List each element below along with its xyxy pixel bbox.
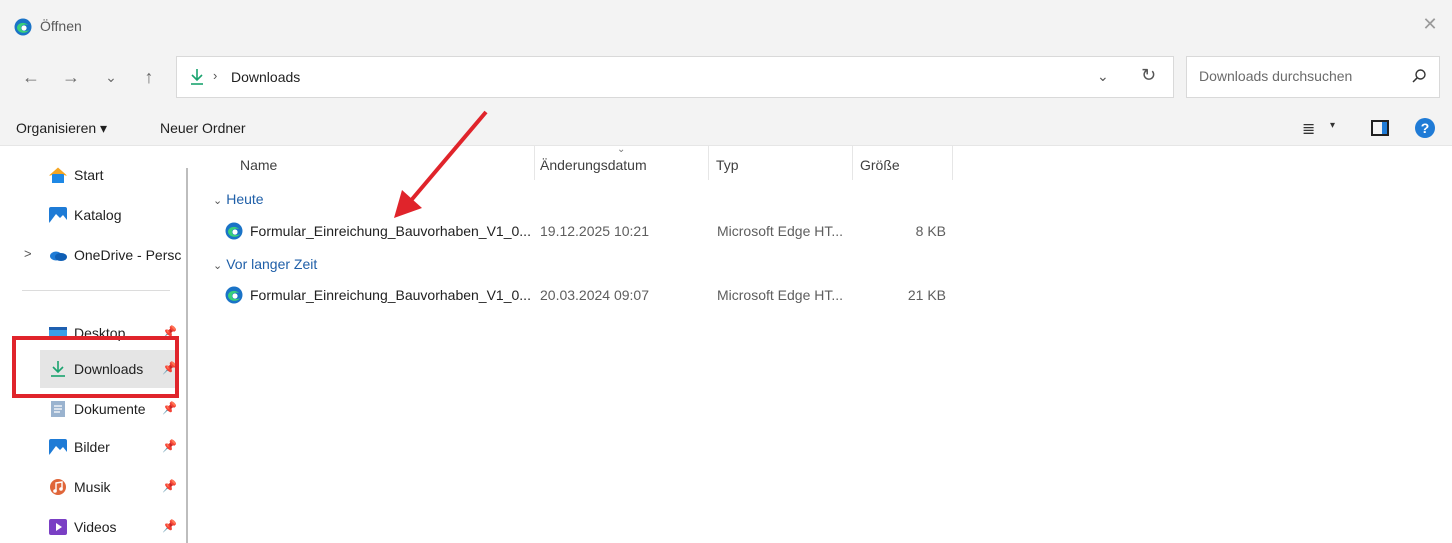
group-label: Heute — [226, 191, 264, 207]
view-options-chevron-icon[interactable]: ▾ — [1330, 120, 1335, 131]
sidebar-item-label: Katalog — [74, 207, 122, 223]
documents-icon — [51, 401, 65, 417]
column-divider[interactable] — [852, 146, 853, 180]
annotation-arrow-icon — [394, 110, 488, 218]
sidebar-item-label: Videos — [74, 519, 117, 535]
sidebar-scrollbar[interactable] — [186, 168, 188, 543]
pin-icon[interactable]: 📌 — [162, 479, 177, 493]
expand-chevron-icon[interactable]: > — [24, 246, 32, 261]
file-date: 20.03.2024 09:07 — [540, 287, 649, 303]
sidebar-item-bilder[interactable]: Bilder 📌 — [48, 434, 184, 462]
group-header-vor-langer-zeit[interactable]: ⌄ Vor langer Zeit — [213, 256, 317, 272]
forward-arrow-icon[interactable]: → — [60, 66, 82, 88]
column-header-type[interactable]: Typ — [716, 157, 739, 173]
pin-icon[interactable]: 📌 — [162, 401, 177, 415]
file-list: Name ⌄ Änderungsdatum Typ Größe ⌄ Heute F… — [200, 144, 1452, 543]
title-bar: Öffnen ✕ — [0, 0, 1452, 46]
navigation-bar: ← → ⌄ ↑ › Downloads ⌄ ↻ — [0, 46, 1452, 110]
edge-html-file-icon — [225, 222, 243, 240]
file-type: Microsoft Edge HT... — [717, 223, 844, 239]
pin-icon[interactable]: 📌 — [162, 439, 177, 453]
sidebar-item-katalog[interactable]: Katalog — [48, 202, 184, 230]
group-header-heute[interactable]: ⌄ Heute — [213, 191, 264, 207]
file-row[interactable]: Formular_Einreichung_Bauvorhaben_V1_0...… — [222, 282, 952, 308]
file-name: Formular_Einreichung_Bauvorhaben_V1_0... — [250, 223, 531, 239]
search-input[interactable] — [1199, 68, 1399, 84]
sidebar-item-label: Musik — [74, 479, 111, 495]
column-header-name[interactable]: Name — [240, 157, 277, 173]
sidebar-divider — [22, 290, 170, 291]
file-date: 19.12.2025 10:21 — [540, 223, 649, 239]
search-box[interactable] — [1186, 56, 1440, 98]
up-arrow-icon[interactable]: ↑ — [138, 66, 160, 88]
window-title: Öffnen — [40, 18, 82, 34]
address-dropdown-icon[interactable]: ⌄ — [1097, 68, 1109, 85]
column-header-size[interactable]: Größe — [860, 157, 900, 173]
music-icon — [50, 479, 66, 495]
sidebar-item-label: OneDrive - Persc — [74, 247, 182, 263]
address-bar[interactable]: › Downloads ⌄ ↻ — [176, 56, 1174, 98]
collapse-chevron-icon: ⌄ — [213, 260, 223, 272]
column-divider[interactable] — [708, 146, 709, 180]
sidebar-item-onedrive[interactable]: OneDrive - Persc — [48, 242, 188, 270]
sidebar-item-label: Bilder — [74, 439, 110, 455]
group-label: Vor langer Zeit — [226, 256, 318, 272]
pin-icon[interactable]: 📌 — [162, 519, 177, 533]
sidebar-item-label: Dokumente — [74, 401, 146, 417]
collapse-chevron-icon: ⌄ — [213, 195, 223, 207]
preview-pane-icon[interactable] — [1371, 120, 1389, 136]
column-divider[interactable] — [534, 146, 535, 180]
command-bar: Organisieren ▾ Neuer Ordner ≣ ▾ ? — [0, 110, 1452, 146]
onedrive-icon — [50, 251, 67, 261]
refresh-icon[interactable]: ↻ — [1141, 65, 1156, 86]
organize-button[interactable]: Organisieren ▾ — [16, 120, 107, 137]
recent-locations-chevron-icon[interactable]: ⌄ — [100, 66, 122, 88]
breadcrumb-downloads[interactable]: Downloads — [231, 69, 300, 85]
sidebar-item-musik[interactable]: Musik 📌 — [48, 474, 184, 502]
edge-icon — [14, 18, 32, 36]
edge-html-file-icon — [225, 286, 243, 304]
column-divider[interactable] — [952, 146, 953, 180]
videos-icon — [49, 519, 67, 535]
sidebar-item-dokumente[interactable]: Dokumente 📌 — [48, 396, 184, 424]
breadcrumb-separator-icon: › — [213, 68, 218, 83]
file-row[interactable]: Formular_Einreichung_Bauvorhaben_V1_0...… — [222, 218, 952, 244]
sidebar-item-start[interactable]: Start — [48, 162, 184, 190]
download-icon — [191, 69, 203, 85]
search-icon[interactable] — [1411, 68, 1427, 84]
view-options-icon[interactable]: ≣ — [1302, 119, 1315, 139]
pictures-icon — [49, 439, 67, 455]
close-icon[interactable]: ✕ — [1420, 14, 1440, 34]
home-icon — [49, 167, 67, 183]
back-arrow-icon[interactable]: ← — [20, 66, 42, 88]
sidebar-item-videos[interactable]: Videos 📌 — [48, 514, 184, 542]
new-folder-button[interactable]: Neuer Ordner — [160, 120, 246, 136]
sort-chevron-icon: ⌄ — [617, 144, 626, 155]
file-type: Microsoft Edge HT... — [717, 287, 844, 303]
help-icon[interactable]: ? — [1415, 118, 1435, 138]
file-size: 8 KB — [915, 223, 946, 239]
sidebar-item-label: Start — [74, 167, 104, 183]
file-name: Formular_Einreichung_Bauvorhaben_V1_0... — [250, 287, 531, 303]
column-header-date[interactable]: Änderungsdatum — [540, 157, 647, 173]
gallery-icon — [49, 207, 67, 223]
highlight-box-annotation — [12, 336, 179, 398]
file-size: 21 KB — [907, 287, 946, 303]
